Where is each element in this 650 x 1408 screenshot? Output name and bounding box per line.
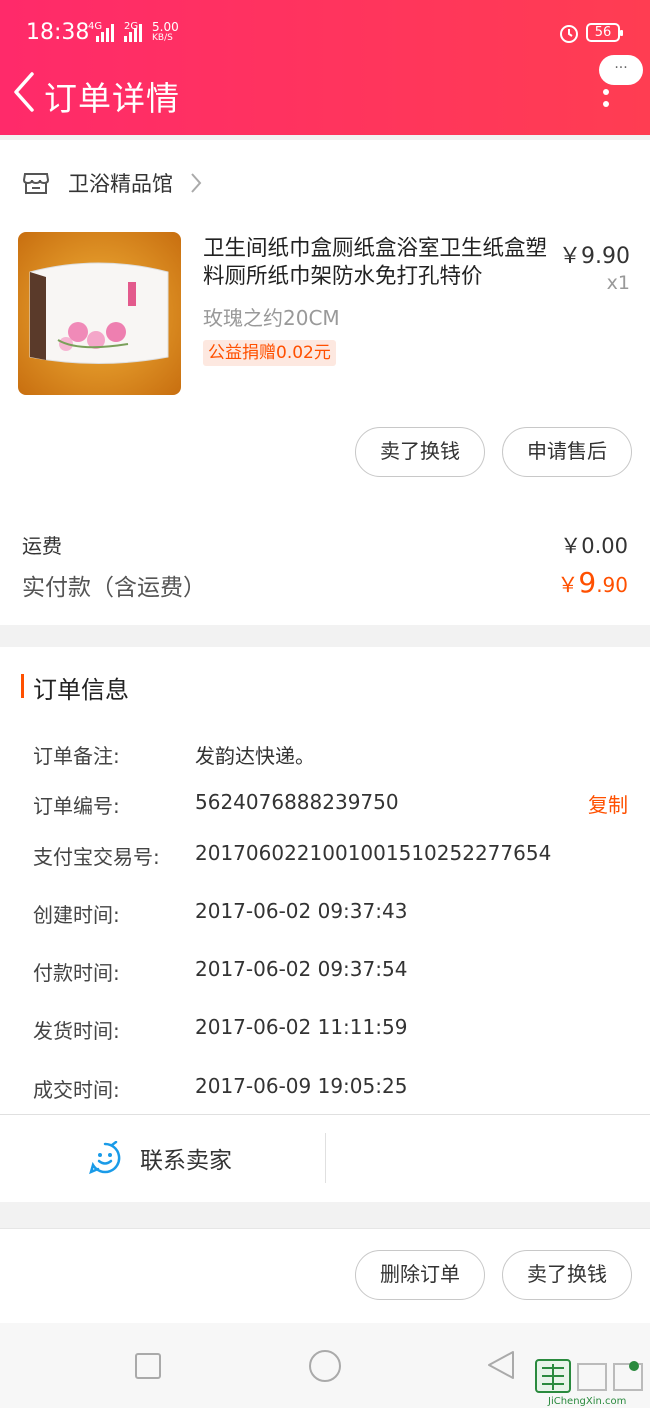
paid-amount-label: 实付款（含运费）	[22, 575, 206, 601]
order-number: 5624076888239750	[195, 790, 399, 814]
shop-row[interactable]: 卫浴精品馆	[22, 164, 203, 202]
back-triangle-icon[interactable]	[485, 1349, 517, 1381]
chevron-right-icon	[191, 173, 202, 193]
divider	[0, 1114, 650, 1115]
more-menu-bubble[interactable]: ···	[599, 55, 643, 85]
page-title: 订单详情	[44, 79, 180, 118]
paid-currency: ￥	[557, 573, 579, 597]
order-item-card: 卫浴精品馆 卫生间纸巾盒厕纸盒浴室卫生纸盒塑料厕所纸巾架防水免打孔特价 ￥9.9…	[0, 140, 650, 625]
info-value: 2017-06-02 09:37:54	[195, 957, 408, 981]
sell-for-cash-bottom-button[interactable]: 卖了换钱	[502, 1250, 632, 1300]
info-value: 2017060221001001510252277654	[195, 841, 552, 865]
contact-seller-label: 联系卖家	[140, 1148, 232, 1174]
shop-icon	[22, 173, 50, 194]
product-title[interactable]: 卫生间纸巾盒厕纸盒浴室卫生纸盒塑料厕所纸巾架防水免打孔特价	[203, 235, 553, 291]
info-value: 2017-06-02 11:11:59	[195, 1015, 408, 1039]
net-speed: 5.00	[152, 20, 179, 34]
freight-label: 运费	[22, 534, 62, 558]
paid-amount: ￥9.90	[557, 566, 628, 599]
order-info-card: 订单信息 订单备注: 发韵达快递。 订单编号: 5624076888239750…	[0, 647, 650, 1202]
watermark-text: JiChengXin.com	[548, 1396, 627, 1407]
info-label: 成交时间:	[33, 1078, 120, 1102]
net-speed-unit: KB/S	[152, 33, 173, 43]
info-label: 订单备注:	[33, 744, 120, 768]
smile-chat-icon	[89, 1141, 121, 1175]
status-bar: 18:38 4G 2G 5.00 KB/S 56	[0, 0, 650, 64]
sell-for-cash-button[interactable]: 卖了换钱	[355, 427, 485, 477]
section-accent-bar	[21, 674, 24, 698]
section-title: 订单信息	[33, 676, 129, 704]
after-sale-button[interactable]: 申请售后	[502, 427, 632, 477]
vertical-divider	[325, 1133, 326, 1183]
app-header: 18:38 4G 2G 5.00 KB/S 56 订单详情 ···	[0, 0, 650, 135]
freight-value: ￥0.00	[560, 534, 628, 558]
alarm-icon	[560, 25, 578, 43]
delete-order-button[interactable]: 删除订单	[355, 1250, 485, 1300]
info-label: 订单编号:	[33, 794, 120, 818]
product-quantity: x1	[606, 272, 630, 294]
info-label: 付款时间:	[33, 961, 120, 985]
product-spec: 玫瑰之约20CM	[203, 306, 340, 330]
status-time: 18:38	[26, 20, 90, 45]
more-dots-icon[interactable]	[602, 88, 610, 108]
back-arrow-icon[interactable]	[10, 70, 40, 114]
contact-seller-button[interactable]: 联系卖家	[88, 1141, 232, 1175]
info-label: 创建时间:	[33, 903, 120, 927]
recent-apps-square-icon[interactable]	[134, 1352, 162, 1380]
info-value: 2017-06-02 09:37:43	[195, 899, 408, 923]
charity-badge: 公益捐赠0.02元	[203, 340, 336, 366]
shop-name: 卫浴精品馆	[68, 172, 173, 196]
copy-order-number-button[interactable]: 复制	[588, 789, 628, 818]
battery-indicator: 56	[586, 23, 623, 42]
info-value: 2017-06-09 19:05:25	[195, 1074, 408, 1098]
info-label: 支付宝交易号:	[33, 845, 160, 869]
paid-integer: 9	[578, 566, 597, 599]
paid-decimal: .90	[596, 573, 628, 597]
home-circle-icon[interactable]	[307, 1348, 343, 1384]
signal-icon	[96, 24, 114, 42]
info-label: 发货时间:	[33, 1019, 120, 1043]
product-image[interactable]	[18, 232, 181, 395]
info-value: 发韵达快递。	[195, 744, 315, 768]
product-price: ￥9.90	[559, 244, 630, 269]
signal-icon	[124, 24, 142, 42]
bottom-action-bar: 删除订单 卖了换钱	[0, 1228, 650, 1323]
